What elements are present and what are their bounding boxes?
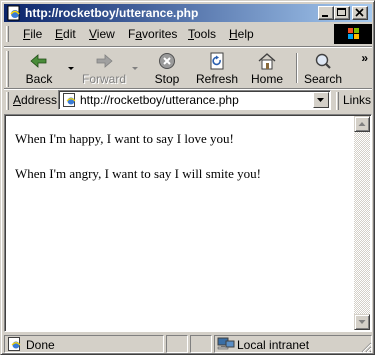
scroll-down-button[interactable] <box>354 314 370 330</box>
windows-flag-icon <box>348 28 359 39</box>
page-content: When I'm happy, I want to say I love you… <box>4 114 372 332</box>
menu-bar: File Edit View Favorites Tools Help <box>4 24 372 44</box>
menu-grip[interactable] <box>6 26 9 42</box>
address-field[interactable] <box>58 90 331 110</box>
browser-window: http://rocketboy/utterance.php File Edit… <box>0 0 375 355</box>
address-label: Address <box>13 93 58 107</box>
stop-icon <box>159 53 175 69</box>
resize-grip-icon[interactable] <box>360 341 372 353</box>
close-icon <box>355 8 364 17</box>
back-arrow-icon <box>30 54 47 68</box>
forward-arrow-icon <box>96 54 113 68</box>
page-icon <box>63 93 76 107</box>
forward-button[interactable]: Forward <box>78 50 130 86</box>
maximize-button[interactable] <box>334 6 350 20</box>
address-dropdown-button[interactable] <box>313 92 329 108</box>
back-button[interactable]: Back <box>17 50 61 86</box>
toolbar-more-chevron-icon[interactable]: » <box>361 51 368 65</box>
menu-help[interactable]: Help <box>229 27 254 41</box>
address-input[interactable] <box>80 92 310 107</box>
document-body: When I'm happy, I want to say I love you… <box>15 131 345 201</box>
links-grip[interactable] <box>336 92 339 110</box>
scroll-down-arrow-icon <box>358 320 366 324</box>
page-text-line: When I'm happy, I want to say I love you… <box>15 131 234 146</box>
toolbar-grip[interactable] <box>6 51 9 87</box>
status-text: Done <box>26 338 55 352</box>
refresh-icon <box>210 52 224 70</box>
status-pane-empty <box>190 335 212 353</box>
stop-button[interactable]: Stop <box>149 50 185 86</box>
vertical-scrollbar[interactable] <box>354 116 370 330</box>
toolbar-separator <box>296 53 298 83</box>
scroll-up-arrow-icon <box>358 122 366 126</box>
menu-favorites[interactable]: Favorites <box>128 27 177 41</box>
chevron-down-icon <box>317 98 324 102</box>
minimize-button[interactable] <box>318 6 334 20</box>
maximize-icon <box>337 8 346 16</box>
scroll-up-button[interactable] <box>354 116 370 132</box>
refresh-button[interactable]: Refresh <box>195 50 239 86</box>
close-button[interactable] <box>352 6 368 20</box>
page-text-line: When I'm angry, I want to say I will smi… <box>15 166 261 181</box>
forward-dropdown-icon[interactable] <box>132 67 138 71</box>
home-button[interactable]: Home <box>249 50 285 86</box>
page-done-icon <box>8 337 21 351</box>
search-icon <box>315 53 331 69</box>
status-bar: Done Local intranet <box>4 334 372 353</box>
status-text-pane: Done <box>4 335 164 353</box>
security-zone-text: Local intranet <box>237 338 310 352</box>
status-pane-empty <box>166 335 188 353</box>
links-button[interactable]: Links <box>343 93 371 107</box>
menu-file[interactable]: File <box>23 27 42 41</box>
menu-edit[interactable]: Edit <box>55 27 76 41</box>
search-button[interactable]: Search <box>303 50 343 86</box>
intranet-zone-icon <box>217 337 235 350</box>
window-title: http://rocketboy/utterance.php <box>25 6 199 20</box>
ie-page-icon <box>7 5 20 21</box>
menu-tools[interactable]: Tools <box>188 27 216 41</box>
menu-view[interactable]: View <box>89 27 115 41</box>
title-bar[interactable]: http://rocketboy/utterance.php <box>4 4 372 22</box>
status-zone-pane: Local intranet <box>214 335 372 353</box>
home-icon <box>258 53 276 70</box>
windows-logo <box>334 24 372 44</box>
minimize-icon <box>322 15 328 17</box>
standard-toolbar: Back Forward Stop Refresh Home Search » <box>4 46 372 89</box>
back-dropdown-icon[interactable] <box>68 67 74 71</box>
address-grip[interactable] <box>6 92 9 110</box>
address-bar: Address Links <box>4 88 372 111</box>
